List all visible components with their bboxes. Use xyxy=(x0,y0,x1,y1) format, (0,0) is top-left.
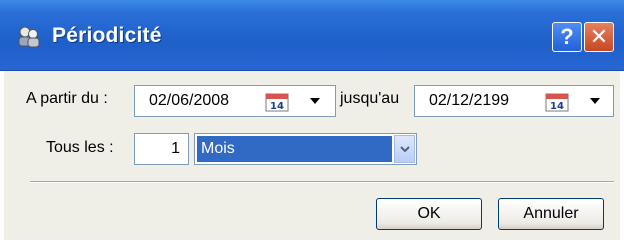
every-label: Tous les : xyxy=(46,139,114,156)
help-button[interactable]: ? xyxy=(552,22,582,52)
calendar-icon[interactable]: 14 xyxy=(265,92,289,112)
divider xyxy=(30,181,614,183)
periodicity-dialog: Périodicité ? ✕ A partir du : 02/06/2008… xyxy=(0,0,624,244)
from-date-picker[interactable]: 02/06/2008 14 xyxy=(134,85,336,117)
until-date-picker[interactable]: 02/12/2199 14 xyxy=(414,85,614,117)
unit-select[interactable]: Mois xyxy=(194,133,417,165)
until-date-value: 02/12/2199 xyxy=(429,92,510,109)
chevron-down-icon xyxy=(399,146,410,153)
calendar-icon[interactable]: 14 xyxy=(545,92,569,112)
from-date-value: 02/06/2008 xyxy=(149,92,230,109)
close-button[interactable]: ✕ xyxy=(584,22,614,52)
ok-button[interactable]: OK xyxy=(376,198,482,230)
until-label: jusqu'au xyxy=(340,90,400,107)
every-value-input[interactable]: 1 xyxy=(134,133,189,165)
unit-selected-value: Mois xyxy=(197,136,392,162)
cancel-button[interactable]: Annuler xyxy=(498,198,604,230)
calendar-day: 14 xyxy=(550,101,564,112)
people-icon xyxy=(18,26,40,48)
from-label: A partir du : xyxy=(26,90,108,107)
title-bar[interactable]: Périodicité ? ✕ xyxy=(0,0,624,71)
calendar-day: 14 xyxy=(270,101,284,112)
from-date-dropdown-icon[interactable] xyxy=(310,98,320,104)
until-date-dropdown-icon[interactable] xyxy=(590,98,600,104)
dialog-body: A partir du : 02/06/2008 14 jusqu'au 02/… xyxy=(4,71,620,240)
unit-dropdown-button[interactable] xyxy=(394,135,415,163)
window-title: Périodicité xyxy=(52,24,162,47)
